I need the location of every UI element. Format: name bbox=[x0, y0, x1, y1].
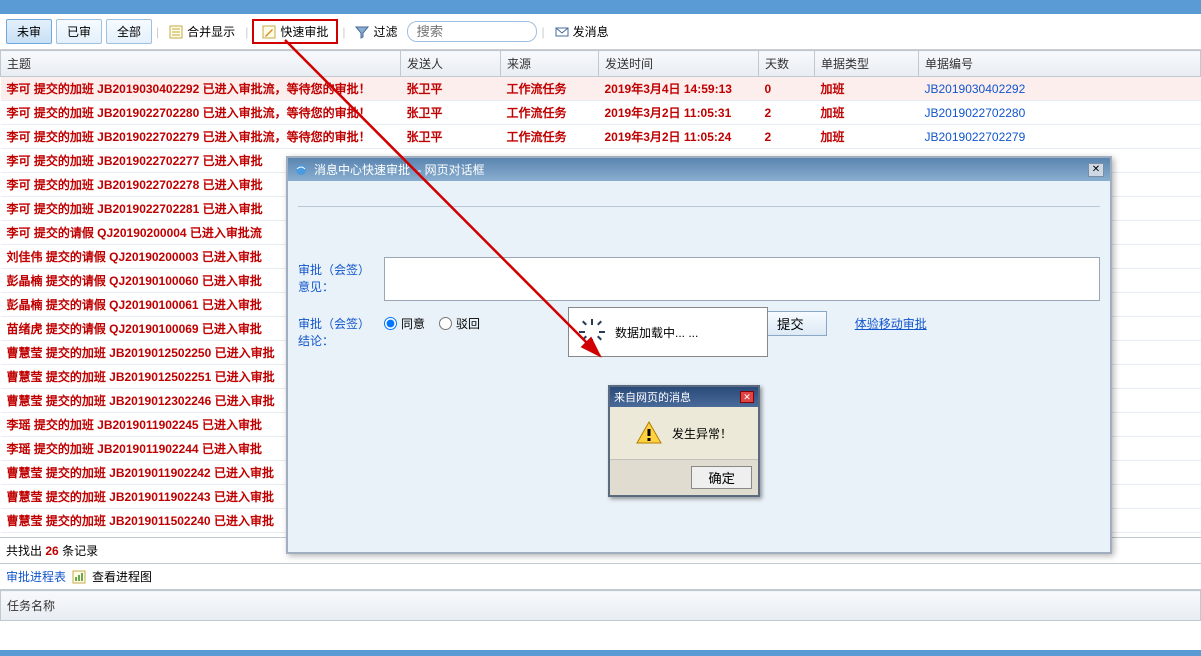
cell-subject: 李可 提交的加班 JB2019030402292 已进入审批流，等待您的审批！ bbox=[1, 77, 401, 101]
warning-icon bbox=[636, 421, 662, 445]
cell-type: 加班 bbox=[815, 77, 919, 101]
spinner-icon bbox=[579, 319, 605, 345]
cell-subject: 李可 提交的加班 JB2019022702280 已进入审批流，等待您的审批！ bbox=[1, 101, 401, 125]
col-type[interactable]: 单据类型 bbox=[815, 51, 919, 77]
task-table: 任务名称 bbox=[0, 590, 1201, 621]
merge-icon bbox=[169, 25, 183, 39]
col-source[interactable]: 来源 bbox=[501, 51, 599, 77]
cell-days: 0 bbox=[759, 77, 815, 101]
cell-time: 2019年3月2日 11:05:24 bbox=[599, 125, 759, 149]
mobile-approve-link[interactable]: 体验移动审批 bbox=[855, 315, 927, 332]
cell-docno[interactable]: JB2019030402292 bbox=[919, 77, 1201, 101]
quick-approve-label: 快速审批 bbox=[280, 23, 328, 40]
alert-close-button[interactable]: ✕ bbox=[740, 391, 754, 403]
cell-time: 2019年3月2日 11:05:31 bbox=[599, 101, 759, 125]
status-count: 26 bbox=[45, 544, 58, 558]
cell-type: 加班 bbox=[815, 125, 919, 149]
process-section: 审批进程表 查看进程图 bbox=[0, 563, 1201, 590]
view-chart-link[interactable]: 查看进程图 bbox=[92, 568, 152, 585]
cell-source: 工作流任务 bbox=[501, 125, 599, 149]
opinion-textarea[interactable] bbox=[384, 257, 1100, 301]
quick-approve-dialog: 消息中心快速审批 -- 网页对话框 ✕ 审批（会签）意见： 审批（会签）结论： … bbox=[286, 156, 1112, 554]
loading-text: 数据加载中... ... bbox=[615, 324, 698, 341]
merge-display-button[interactable]: 合并显示 bbox=[163, 21, 241, 42]
cell-source: 工作流任务 bbox=[501, 101, 599, 125]
process-tab-label[interactable]: 审批进程表 bbox=[6, 568, 66, 585]
tab-pending[interactable]: 未审 bbox=[6, 19, 52, 44]
error-alert: 来自网页的消息 ✕ 发生异常！ 确定 bbox=[608, 385, 760, 497]
opinion-label: 审批（会签）意见： bbox=[298, 257, 376, 295]
cell-sender: 张卫平 bbox=[401, 101, 501, 125]
alert-ok-button[interactable]: 确定 bbox=[691, 466, 752, 489]
dialog-titlebar[interactable]: 消息中心快速审批 -- 网页对话框 ✕ bbox=[288, 158, 1110, 181]
toolbar: 未审 已审 全部 | 合并显示 | 快速审批 | 过滤 | 发消息 bbox=[0, 14, 1201, 50]
send-message-button[interactable]: 发消息 bbox=[549, 21, 615, 42]
cell-docno[interactable]: JB2019022702279 bbox=[919, 125, 1201, 149]
chart-icon bbox=[72, 570, 86, 584]
loading-indicator: 数据加载中... ... bbox=[568, 307, 768, 357]
status-suffix: 条记录 bbox=[62, 544, 98, 558]
cell-days: 2 bbox=[759, 125, 815, 149]
cell-subject: 李可 提交的加班 JB2019022702279 已进入审批流，等待您的审批！ bbox=[1, 125, 401, 149]
table-row[interactable]: 李可 提交的加班 JB2019030402292 已进入审批流，等待您的审批！张… bbox=[1, 77, 1201, 101]
cell-docno[interactable]: JB2019022702280 bbox=[919, 101, 1201, 125]
col-docno[interactable]: 单据编号 bbox=[919, 51, 1201, 77]
table-header: 主题 发送人 来源 发送时间 天数 单据类型 单据编号 bbox=[1, 51, 1201, 77]
col-time[interactable]: 发送时间 bbox=[599, 51, 759, 77]
funnel-icon bbox=[355, 25, 369, 39]
filter-button[interactable]: 过滤 bbox=[349, 21, 403, 42]
agree-radio[interactable]: 同意 bbox=[384, 315, 425, 332]
tab-done[interactable]: 已审 bbox=[56, 19, 102, 44]
alert-message: 发生异常！ bbox=[672, 425, 732, 442]
filter-label: 过滤 bbox=[373, 23, 397, 40]
edit-icon bbox=[262, 25, 276, 39]
col-sender[interactable]: 发送人 bbox=[401, 51, 501, 77]
cell-type: 加班 bbox=[815, 101, 919, 125]
envelope-icon bbox=[555, 25, 569, 39]
result-label: 审批（会签）结论： bbox=[298, 311, 376, 349]
merge-display-label: 合并显示 bbox=[187, 23, 235, 40]
alert-titlebar[interactable]: 来自网页的消息 ✕ bbox=[610, 387, 758, 407]
quick-approve-button[interactable]: 快速审批 bbox=[256, 21, 334, 42]
search-input[interactable] bbox=[407, 21, 537, 42]
col-days[interactable]: 天数 bbox=[759, 51, 815, 77]
table-row[interactable]: 李可 提交的加班 JB2019022702280 已进入审批流，等待您的审批！张… bbox=[1, 101, 1201, 125]
cell-days: 2 bbox=[759, 101, 815, 125]
tab-all[interactable]: 全部 bbox=[106, 19, 152, 44]
status-prefix: 共找出 bbox=[6, 544, 42, 558]
cell-time: 2019年3月4日 14:59:13 bbox=[599, 77, 759, 101]
table-row[interactable]: 李可 提交的加班 JB2019022702279 已进入审批流，等待您的审批！张… bbox=[1, 125, 1201, 149]
dialog-title-text: 消息中心快速审批 -- 网页对话框 bbox=[314, 161, 485, 178]
quick-approve-highlight: 快速审批 bbox=[252, 19, 338, 44]
col-subject[interactable]: 主题 bbox=[1, 51, 401, 77]
cell-sender: 张卫平 bbox=[401, 77, 501, 101]
send-message-label: 发消息 bbox=[573, 23, 609, 40]
cell-source: 工作流任务 bbox=[501, 77, 599, 101]
task-name-col[interactable]: 任务名称 bbox=[1, 591, 1201, 621]
alert-title-text: 来自网页的消息 bbox=[614, 389, 691, 405]
reject-radio[interactable]: 驳回 bbox=[439, 315, 480, 332]
cell-sender: 张卫平 bbox=[401, 125, 501, 149]
dialog-close-button[interactable]: ✕ bbox=[1088, 163, 1104, 177]
ie-icon bbox=[294, 163, 308, 177]
